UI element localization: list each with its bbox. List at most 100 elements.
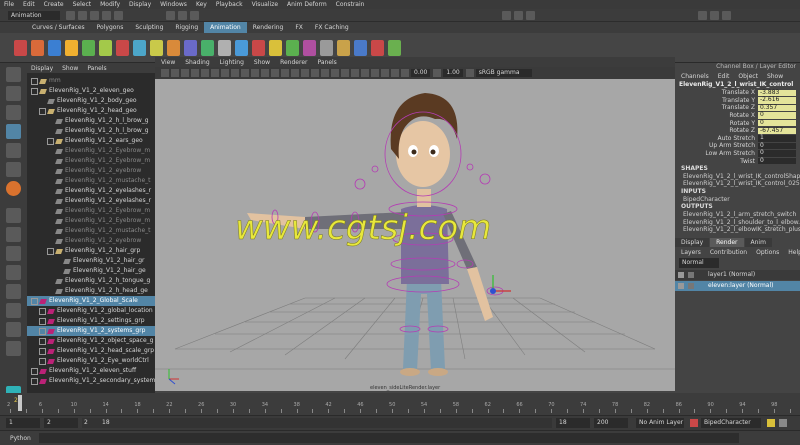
start-time-field[interactable]: 1 bbox=[6, 418, 40, 428]
menu-item-windows[interactable]: Windows bbox=[160, 1, 187, 8]
rotate-tool-icon[interactable] bbox=[6, 143, 21, 158]
hypershade-layout-icon[interactable] bbox=[6, 284, 21, 299]
shelf-tool-icon[interactable] bbox=[269, 39, 282, 56]
new-scene-icon[interactable] bbox=[66, 10, 75, 20]
undo-icon[interactable] bbox=[102, 10, 111, 20]
shelf-tool-icon[interactable] bbox=[133, 39, 146, 56]
layer-visibility-icon[interactable] bbox=[678, 282, 684, 289]
redo-icon[interactable] bbox=[114, 10, 123, 20]
graph-layout-icon[interactable] bbox=[6, 265, 21, 280]
shelf-tool-icon[interactable] bbox=[201, 39, 214, 56]
snap-grid-icon[interactable] bbox=[502, 10, 511, 20]
menu-item-constrain[interactable]: Constrain bbox=[336, 1, 365, 8]
last-tool-icon[interactable] bbox=[6, 181, 21, 196]
select-camera-icon[interactable] bbox=[161, 69, 169, 77]
outliner-item[interactable]: ElevenRig_V1_2_hair_gr bbox=[27, 256, 155, 266]
layer-visibility-icon[interactable] bbox=[678, 271, 684, 278]
save-scene-icon[interactable] bbox=[90, 10, 99, 20]
channel-row[interactable]: Rotate X0 bbox=[675, 112, 796, 120]
layer-row[interactable]: layer1 (Normal) bbox=[675, 269, 800, 280]
expand-toggle-icon[interactable] bbox=[39, 107, 46, 115]
menu-item-anim-deform[interactable]: Anim Deform bbox=[287, 1, 327, 8]
shelf-tool-icon[interactable] bbox=[303, 39, 316, 56]
outliner-menu-display[interactable]: Display bbox=[31, 65, 53, 72]
outputs-item[interactable]: ElevenRig_V1_2_l_arm_stretch_switch bbox=[675, 211, 800, 219]
viewport-menu-renderer[interactable]: Renderer bbox=[280, 59, 307, 66]
outliner-item[interactable]: mm bbox=[27, 76, 155, 86]
expand-toggle-icon[interactable] bbox=[31, 297, 38, 305]
channel-row[interactable]: Twist 0 bbox=[675, 157, 796, 165]
shelf-tab-fx-caching[interactable]: FX Caching bbox=[309, 22, 355, 33]
shelf-tool-icon[interactable] bbox=[167, 39, 180, 56]
wireframe-icon[interactable] bbox=[291, 69, 299, 77]
end-time-field[interactable]: 200 bbox=[594, 418, 628, 428]
shapes-item[interactable]: ElevenRig_V1_2_l_wrist_IK_controlShape bbox=[675, 173, 800, 181]
gate-mask-icon[interactable] bbox=[251, 69, 259, 77]
channel-value-field[interactable]: 0 bbox=[758, 119, 796, 127]
shelf-tool-icon[interactable] bbox=[218, 39, 231, 56]
outliner-item[interactable]: ElevenRig_V1_2_eleven_stuff bbox=[27, 366, 155, 376]
color-management-icon[interactable] bbox=[465, 69, 474, 77]
outliner-item[interactable]: ElevenRig_V1_2_head_geo bbox=[27, 106, 155, 116]
expand-toggle-icon[interactable] bbox=[39, 327, 46, 335]
channel-row[interactable]: Rotate Z -67.457 bbox=[675, 127, 796, 135]
lasso-tool-icon[interactable] bbox=[6, 86, 21, 101]
film-gate-icon[interactable] bbox=[231, 69, 239, 77]
expand-toggle-icon[interactable] bbox=[31, 377, 38, 385]
render-icon[interactable] bbox=[698, 10, 707, 20]
channel-row[interactable]: Translate Z 0.357 bbox=[675, 104, 796, 112]
channel-value-field[interactable]: 1 bbox=[758, 135, 796, 142]
shelf-tool-icon[interactable] bbox=[99, 39, 112, 56]
outliner-item[interactable]: ElevenRig_V1_2_ears_geo bbox=[27, 136, 155, 146]
view-transform-dropdown[interactable]: sRGB gamma bbox=[475, 69, 532, 77]
expand-toggle-icon[interactable] bbox=[39, 357, 46, 365]
ambient-occlusion-icon[interactable] bbox=[351, 69, 359, 77]
outputs-item[interactable]: ElevenRig_V1_2_l_shoulder_to_l_elbow... bbox=[675, 219, 800, 227]
shelf-tool-icon[interactable] bbox=[65, 39, 78, 56]
persp-outliner-layout-icon[interactable] bbox=[6, 246, 21, 261]
menu-item-file[interactable]: File bbox=[4, 1, 14, 8]
shelf-tool-icon[interactable] bbox=[235, 39, 248, 56]
open-scene-icon[interactable] bbox=[78, 10, 87, 20]
select-hierarchy-icon[interactable] bbox=[166, 10, 175, 20]
channel-row[interactable]: Low Arm Stretch 0 bbox=[675, 150, 796, 158]
shelf-tab-rigging[interactable]: Rigging bbox=[169, 22, 204, 33]
expand-toggle-icon[interactable] bbox=[39, 337, 46, 345]
layer-playback-icon[interactable] bbox=[688, 271, 694, 278]
expand-toggle-icon[interactable] bbox=[31, 87, 38, 95]
outliner-item[interactable]: ElevenRig_V1_2_hair_ge bbox=[27, 266, 155, 276]
preferences-icon[interactable] bbox=[779, 419, 787, 427]
ipr-render-icon[interactable] bbox=[710, 10, 719, 20]
channel-box-menu-show[interactable]: Show bbox=[767, 73, 783, 80]
use-lights-icon[interactable] bbox=[331, 69, 339, 77]
snap-point-icon[interactable] bbox=[526, 10, 535, 20]
perspective-viewport[interactable]: www.cgtsj.com eleven_sideLiteRender.laye… bbox=[155, 79, 675, 391]
shelf-tool-icon[interactable] bbox=[116, 39, 129, 56]
grease-pencil-icon[interactable] bbox=[211, 69, 219, 77]
menu-item-edit[interactable]: Edit bbox=[23, 1, 35, 8]
select-tool-icon[interactable] bbox=[6, 67, 21, 82]
command-language-label[interactable]: Python bbox=[10, 435, 31, 442]
outliner-item[interactable]: ElevenRig_V1_2_settings_grp bbox=[27, 316, 155, 326]
select-component-icon[interactable] bbox=[190, 10, 199, 20]
shelf-tool-icon[interactable] bbox=[388, 39, 401, 56]
four-view-layout-icon[interactable] bbox=[6, 227, 21, 242]
channel-box-menu-channels[interactable]: Channels bbox=[681, 73, 709, 80]
camera-attributes-icon[interactable] bbox=[171, 69, 179, 77]
outliner-layout-icon[interactable] bbox=[6, 322, 21, 337]
shelf-tool-icon[interactable] bbox=[286, 39, 299, 56]
outliner-item[interactable]: ElevenRig_V1_2_mustache_t bbox=[27, 226, 155, 236]
menu-item-playback[interactable]: Playback bbox=[216, 1, 243, 8]
shelf-tool-icon[interactable] bbox=[320, 39, 333, 56]
gamma-icon[interactable] bbox=[433, 69, 442, 77]
inputs-item[interactable]: BipedCharacter bbox=[675, 196, 800, 204]
gamma-field[interactable]: 1.00 bbox=[443, 69, 463, 77]
resolution-gate-icon[interactable] bbox=[241, 69, 249, 77]
outliner-item[interactable]: ElevenRig_V1_2_eyebrow bbox=[27, 166, 155, 176]
outliner-item[interactable]: ElevenRig_V1_2_Eyebrow_m bbox=[27, 146, 155, 156]
xray-icon[interactable] bbox=[391, 69, 399, 77]
outliner-item[interactable]: ElevenRig_V1_2_h_tongue_g bbox=[27, 276, 155, 286]
anim-start-field[interactable]: 2 bbox=[44, 418, 78, 428]
character-set-icon[interactable] bbox=[690, 419, 698, 427]
paint-select-tool-icon[interactable] bbox=[6, 105, 21, 120]
